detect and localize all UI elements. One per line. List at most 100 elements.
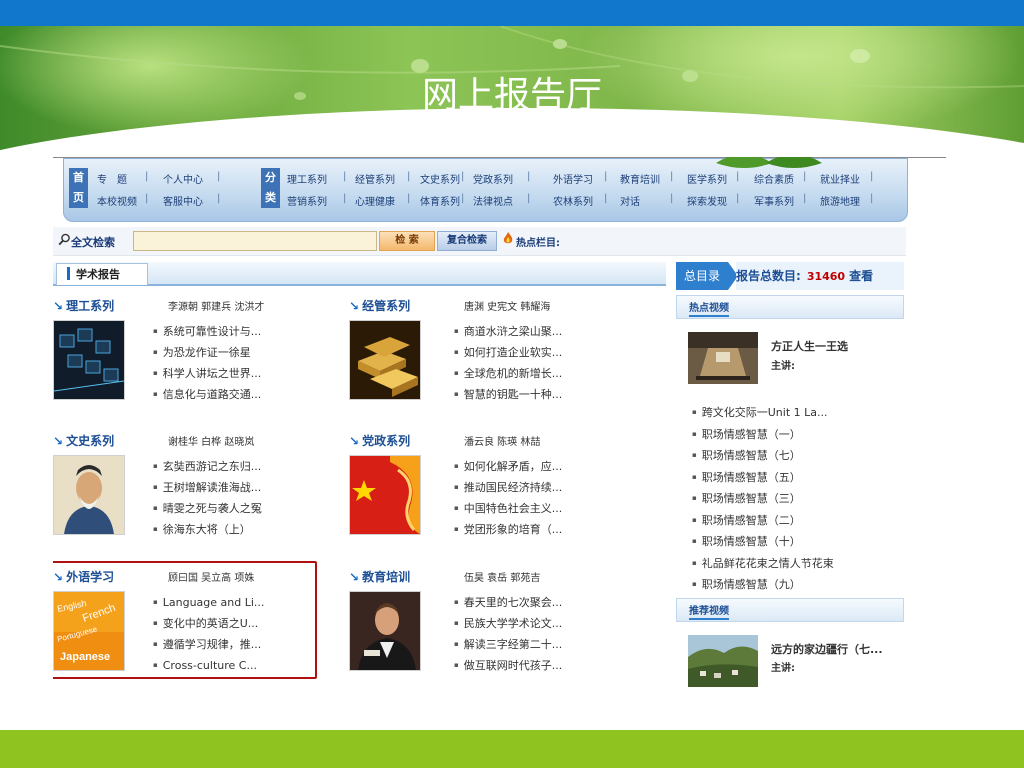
nav-separator: | bbox=[736, 193, 740, 204]
category-title-education[interactable]: ↘ 教育培训 bbox=[349, 568, 410, 585]
nav-link-politics[interactable]: 党政系列 bbox=[473, 171, 513, 186]
category-thumbnail-education[interactable] bbox=[349, 591, 421, 671]
nav-separator: | bbox=[217, 193, 221, 204]
list-item[interactable]: 徐海东大将（上） bbox=[153, 519, 262, 540]
recommended-video-title[interactable]: 推荐视频 bbox=[689, 602, 729, 620]
category-title-history[interactable]: ↘ 文史系列 bbox=[53, 432, 114, 449]
category-thumbnail-science[interactable] bbox=[53, 320, 125, 400]
nav-separator: | bbox=[407, 171, 411, 182]
nav-link-travel[interactable]: 旅游地理 bbox=[820, 193, 860, 208]
page-title: 网上报告厅 bbox=[421, 75, 602, 116]
list-item[interactable]: 科学人讲坛之世界... bbox=[153, 363, 262, 384]
list-item[interactable]: 信息化与道路交通... bbox=[153, 384, 262, 405]
list-item[interactable]: 跨文化交际一Unit 1 La... bbox=[692, 402, 834, 424]
hot-video-thumbnail[interactable] bbox=[688, 332, 758, 384]
list-item[interactable]: 做互联网时代孩子... bbox=[454, 655, 563, 676]
hot-video-header: 热点视频 bbox=[676, 295, 904, 319]
list-item[interactable]: 礼品鲜花花束之情人节花束 bbox=[692, 553, 834, 575]
nav-link-personal[interactable]: 个人中心 bbox=[163, 171, 203, 186]
category-teachers: 伍昊 袁岳 郭苑吉 bbox=[464, 573, 541, 584]
category-title-science[interactable]: ↘ 理工系列 bbox=[53, 297, 114, 314]
nav-link-psychology[interactable]: 心理健康 bbox=[355, 193, 395, 208]
category-title-politics[interactable]: ↘ 党政系列 bbox=[349, 432, 410, 449]
nav-link-economics[interactable]: 经管系列 bbox=[355, 171, 395, 186]
list-item[interactable]: 推动国民经济持续... bbox=[454, 477, 563, 498]
advanced-search-button[interactable]: 复合检索 bbox=[437, 231, 497, 251]
nav-separator: | bbox=[803, 171, 807, 182]
category-block-science: ↘理工系列 李源朝 郭建兵 沈洪才 系统可靠性设计与... 为恐龙作证一徐星 科… bbox=[53, 297, 343, 407]
arrow-icon: ↘ bbox=[53, 299, 64, 313]
nav-link-sports[interactable]: 体育系列 bbox=[420, 193, 460, 208]
list-item[interactable]: 晴雯之死与袭人之冤 bbox=[153, 498, 262, 519]
tab-label: 学术报告 bbox=[76, 268, 120, 281]
nav-link-service[interactable]: 客服中心 bbox=[163, 193, 203, 208]
recommended-video-name[interactable]: 远方的家边疆行（七... bbox=[771, 641, 883, 657]
nav-separator: | bbox=[870, 171, 874, 182]
recommended-video-thumbnail[interactable] bbox=[688, 635, 758, 687]
list-item[interactable]: 智慧的钥匙一十种... bbox=[454, 384, 563, 405]
nav-separator: | bbox=[217, 171, 221, 182]
nav-link-career[interactable]: 就业择业 bbox=[820, 171, 860, 186]
list-item[interactable]: 职场情感智慧（七） bbox=[692, 445, 834, 467]
list-item[interactable]: 职场情感智慧（二） bbox=[692, 510, 834, 532]
nav-category-block[interactable]: 分类 bbox=[261, 168, 280, 208]
list-item[interactable]: 为恐龙作证一徐星 bbox=[153, 342, 261, 363]
nav-link-special[interactable]: 专 题 bbox=[97, 171, 127, 186]
nav-link-education[interactable]: 教育培训 bbox=[620, 171, 660, 186]
category-title-text: 党政系列 bbox=[362, 434, 411, 448]
nav-link-agriculture[interactable]: 农林系列 bbox=[553, 193, 593, 208]
hot-video-title[interactable]: 热点视频 bbox=[689, 299, 729, 317]
fulltext-search-label[interactable]: 全文检索 bbox=[71, 234, 115, 250]
category-title-economics[interactable]: ↘ 经管系列 bbox=[349, 297, 410, 314]
list-item[interactable]: 党团形象的培育（... bbox=[454, 519, 563, 540]
nav-link-history[interactable]: 文史系列 bbox=[420, 171, 460, 186]
directory-tab[interactable]: 总目录 bbox=[676, 262, 728, 290]
nav-link-dialogue[interactable]: 对话 bbox=[620, 193, 640, 208]
nav-home-block[interactable]: 首页 bbox=[69, 168, 88, 208]
list-item[interactable]: 民族大学学术论文... bbox=[454, 613, 563, 634]
list-item[interactable]: 职场情感智慧（五） bbox=[692, 467, 834, 489]
hall-image bbox=[688, 332, 758, 384]
nav-link-science[interactable]: 理工系列 bbox=[287, 171, 327, 186]
list-item[interactable]: 王树增解读淮海战... bbox=[153, 477, 262, 498]
directory-header: 总目录 报告总数目: 31460 查看 bbox=[676, 262, 904, 290]
list-item[interactable]: 如何化解矛盾，应... bbox=[454, 456, 563, 477]
nav-separator: | bbox=[527, 193, 531, 204]
nav-separator: | bbox=[604, 171, 608, 182]
list-item[interactable]: 职场情感智慧（三） bbox=[692, 488, 834, 510]
tab-academic-report[interactable]: 学术报告 bbox=[56, 263, 148, 285]
list-item[interactable]: 商道水浒之梁山聚... bbox=[454, 321, 563, 342]
category-title-text: 教育培训 bbox=[362, 570, 411, 584]
list-item[interactable]: 春天里的七次聚会... bbox=[454, 592, 563, 613]
category-thumbnail-politics[interactable] bbox=[349, 455, 421, 535]
list-item[interactable]: 系统可靠性设计与... bbox=[153, 321, 262, 342]
list-item[interactable]: 职场情感智慧（十） bbox=[692, 531, 834, 553]
nav-link-medicine[interactable]: 医学系列 bbox=[687, 171, 727, 186]
nav-link-discovery[interactable]: 探索发现 bbox=[687, 193, 727, 208]
category-block-education: ↘教育培训 伍昊 袁岳 郭苑吉 春天里的七次聚会... 民族大学学术论文... … bbox=[349, 568, 659, 678]
nav-link-quality[interactable]: 综合素质 bbox=[754, 171, 794, 186]
speaker-portrait-image bbox=[350, 592, 420, 670]
category-thumbnail-history[interactable] bbox=[53, 455, 125, 535]
category-thumbnail-economics[interactable] bbox=[349, 320, 421, 400]
nav-link-local-video[interactable]: 本校视频 bbox=[97, 193, 137, 208]
magnifier-icon bbox=[58, 233, 70, 246]
list-item[interactable]: 职场情感智慧（九） bbox=[692, 574, 834, 596]
list-item[interactable]: 职场情感智慧（一） bbox=[692, 424, 834, 446]
nav-link-law[interactable]: 法律视点 bbox=[473, 193, 513, 208]
nav-link-marketing[interactable]: 营销系列 bbox=[287, 193, 327, 208]
nav-separator: | bbox=[736, 171, 740, 182]
list-item[interactable]: 全球危机的新增长... bbox=[454, 363, 563, 384]
list-item[interactable]: 玄奘西游记之东归... bbox=[153, 456, 262, 477]
category-title-text: 文史系列 bbox=[66, 434, 115, 448]
search-input[interactable] bbox=[133, 231, 377, 251]
list-item[interactable]: 中国特色社会主义... bbox=[454, 498, 563, 519]
list-item[interactable]: 如何打造企业软实... bbox=[454, 342, 563, 363]
list-item[interactable]: 解读三字经第二十... bbox=[454, 634, 563, 655]
nav-link-military[interactable]: 军事系列 bbox=[754, 193, 794, 208]
view-link[interactable]: 查看 bbox=[849, 269, 873, 283]
nav-link-language[interactable]: 外语学习 bbox=[553, 171, 593, 186]
hot-video-name[interactable]: 方正人生一王选 bbox=[771, 338, 848, 354]
right-panel: 热点视频 方正人生一王选 主讲: 跨文化交际一Unit 1 La... 职场情感… bbox=[676, 295, 904, 692]
search-button[interactable]: 检 索 bbox=[379, 231, 435, 251]
